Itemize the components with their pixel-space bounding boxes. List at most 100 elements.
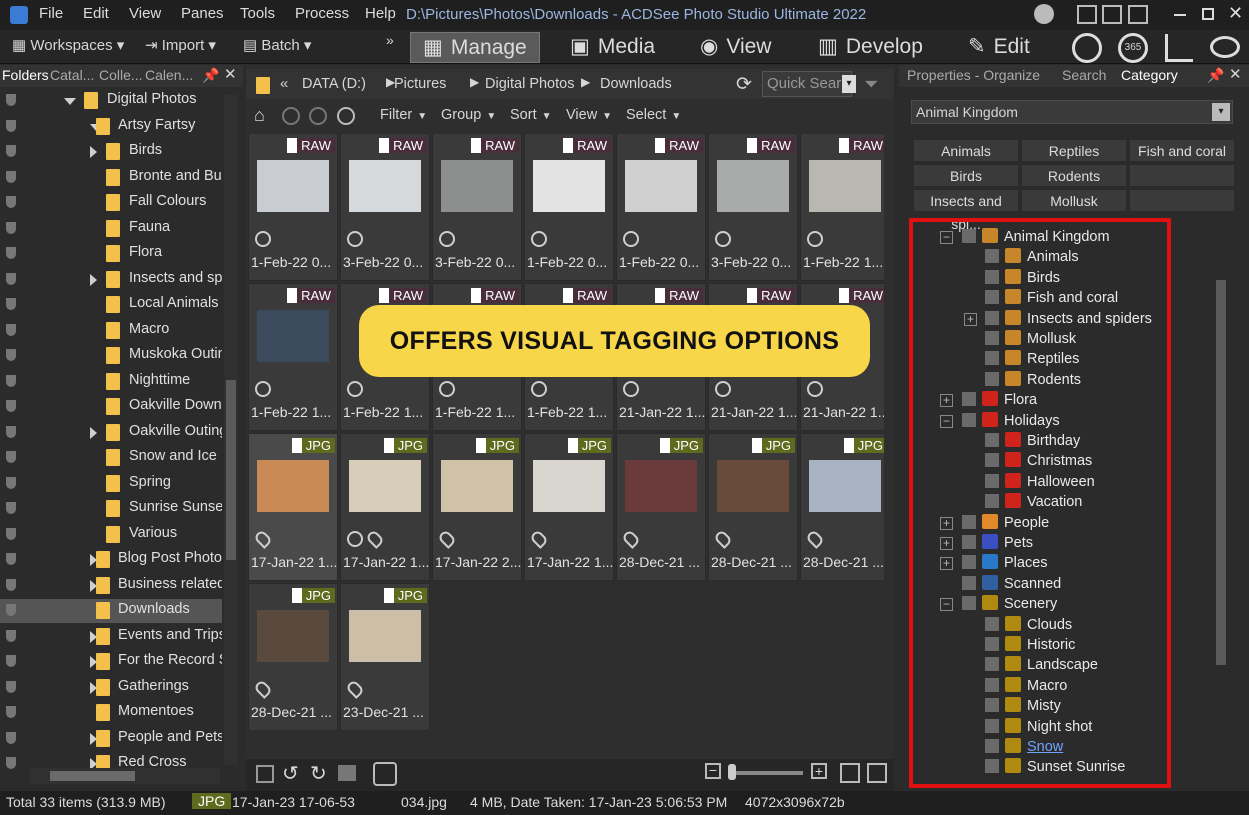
image-tools-icon[interactable]: [256, 765, 274, 783]
right-tab-properties[interactable]: Properties - Organize: [907, 67, 1040, 83]
folder-item[interactable]: Flora: [0, 242, 222, 266]
thumbnail[interactable]: RAW 1-Feb-22 1...: [800, 133, 890, 281]
quick-search-input[interactable]: Quick Sear: [762, 71, 852, 97]
mode-media[interactable]: ▣ Media: [570, 34, 655, 59]
thumbnail[interactable]: RAW 1-Feb-22 1...: [248, 283, 338, 431]
category-item[interactable]: Clouds: [985, 615, 1072, 633]
zoom-in-icon[interactable]: +: [811, 763, 827, 779]
app-icon[interactable]: [10, 6, 28, 24]
thumbnail[interactable]: JPG 28-Dec-21 ...: [800, 433, 890, 581]
365-icon[interactable]: 365: [1118, 33, 1148, 63]
breadcrumb-item[interactable]: Downloads: [600, 76, 672, 92]
category-checkbox[interactable]: [985, 759, 999, 774]
left-tab-1[interactable]: Catal...: [50, 67, 94, 83]
thumbnail[interactable]: RAW 1-Feb-22 0...: [524, 133, 614, 281]
category-checkbox[interactable]: [985, 473, 999, 488]
search-dropdown-icon[interactable]: ▾: [842, 75, 856, 93]
nav-back-icon[interactable]: [282, 107, 300, 125]
folder-item[interactable]: Insects and spi: [0, 268, 222, 292]
category-quick-button[interactable]: Insects and spi...: [913, 189, 1019, 232]
expand-toggle-icon[interactable]: +: [940, 537, 953, 550]
view-details-icon[interactable]: [867, 763, 887, 783]
category-item[interactable]: Night shot: [985, 717, 1092, 735]
layout-right-icon[interactable]: [1128, 5, 1148, 24]
compare-icon[interactable]: [338, 765, 356, 781]
folder-item[interactable]: Fauna: [0, 217, 222, 241]
category-checkbox[interactable]: [985, 677, 999, 692]
thumbnail[interactable]: JPG 28-Dec-21 ...: [708, 433, 798, 581]
category-checkbox[interactable]: [962, 535, 976, 549]
rotate-right-icon[interactable]: ↻: [310, 761, 327, 786]
breadcrumb-back[interactable]: «: [280, 75, 288, 92]
overflow-chevron-icon[interactable]: »: [386, 32, 394, 48]
maximize-icon[interactable]: [1202, 8, 1214, 20]
film-icon[interactable]: [1072, 33, 1102, 63]
category-quick-button[interactable]: Animals: [913, 139, 1019, 162]
category-checkbox[interactable]: [985, 371, 999, 386]
category-item[interactable]: Mollusk: [985, 330, 1076, 347]
layout-left-icon[interactable]: [1077, 5, 1097, 24]
folder-item[interactable]: Bronte and Bur: [0, 166, 222, 190]
thumbnail[interactable]: JPG 17-Jan-22 1...: [248, 433, 338, 581]
panel-close-icon[interactable]: ✕: [224, 65, 237, 83]
category-item[interactable]: Sunset Sunrise: [985, 758, 1125, 775]
folder-item[interactable]: Momentoes: [0, 701, 222, 725]
right-close-icon[interactable]: ✕: [1229, 65, 1242, 83]
expand-toggle-icon[interactable]: +: [940, 394, 953, 408]
expand-toggle-icon[interactable]: +: [940, 516, 953, 530]
mode-edit[interactable]: ✎ Edit: [968, 34, 1030, 59]
zoom-slider[interactable]: [728, 764, 803, 780]
thumbnail[interactable]: JPG 17-Jan-22 1...: [340, 433, 430, 581]
left-hscrollbar[interactable]: [30, 768, 220, 784]
category-checkbox[interactable]: [962, 392, 976, 407]
category-checkbox[interactable]: [985, 269, 999, 284]
category-quick-button[interactable]: Birds: [913, 164, 1019, 187]
category-item[interactable]: Reptiles: [985, 350, 1079, 367]
breadcrumb-item[interactable]: Digital Photos: [485, 76, 574, 92]
pin-icon[interactable]: 📌: [202, 67, 219, 84]
category-checkbox[interactable]: [985, 310, 999, 325]
category-item[interactable]: Macro: [985, 676, 1067, 694]
expand-toggle-icon[interactable]: −: [940, 231, 953, 244]
expand-chevron-icon[interactable]: [90, 273, 97, 286]
category-item[interactable]: Fish and coral: [985, 289, 1118, 306]
expand-toggle-icon[interactable]: +: [940, 557, 953, 571]
mode-view[interactable]: ◉ View: [700, 34, 771, 59]
category-checkbox[interactable]: [962, 555, 976, 570]
mode-manage[interactable]: ▦ Manage: [410, 32, 540, 63]
category-checkbox[interactable]: [985, 739, 999, 753]
workspaces-button[interactable]: ▦ Workspaces ▾: [12, 36, 124, 54]
dashboard-icon[interactable]: [1165, 34, 1193, 62]
expand-chevron-icon[interactable]: [90, 146, 97, 158]
filter-view-menu[interactable]: View ▼: [566, 107, 612, 123]
right-tab-category[interactable]: Category: [1121, 67, 1178, 83]
folder-item[interactable]: Macro: [0, 319, 222, 343]
refresh-icon[interactable]: ⟳: [736, 73, 752, 96]
thumbnail[interactable]: JPG 17-Jan-22 2...: [432, 433, 522, 581]
zoom-out-icon[interactable]: −: [705, 763, 721, 779]
category-checkbox[interactable]: [985, 718, 999, 733]
menu-file[interactable]: File: [39, 5, 63, 22]
breadcrumb-item[interactable]: Pictures: [394, 76, 446, 92]
menu-help[interactable]: Help: [365, 5, 396, 22]
thumbnail[interactable]: RAW 1-Feb-22 0...: [616, 133, 706, 281]
left-tab-2[interactable]: Colle...: [99, 67, 143, 83]
thumbnail[interactable]: RAW 3-Feb-22 0...: [708, 133, 798, 281]
thumbnail[interactable]: JPG 17-Jan-22 1...: [524, 433, 614, 581]
view-thumbs-icon[interactable]: [840, 763, 860, 783]
category-item[interactable]: + Flora: [940, 391, 1037, 408]
category-dropdown[interactable]: Animal Kingdom ▾: [911, 100, 1233, 124]
user-icon[interactable]: [1034, 4, 1054, 24]
category-item[interactable]: Historic: [985, 636, 1075, 653]
folder-item[interactable]: Muskoka Outin: [0, 344, 222, 368]
folder-item[interactable]: Oakville Downto: [0, 395, 222, 419]
left-tab-0[interactable]: Folders: [2, 67, 49, 83]
category-checkbox[interactable]: [985, 290, 999, 305]
right-scrollbar[interactable]: [1214, 230, 1228, 775]
category-checkbox[interactable]: [962, 596, 976, 611]
filter-select-menu[interactable]: Select ▼: [626, 107, 681, 123]
category-item[interactable]: Misty: [985, 697, 1061, 714]
folder-item[interactable]: Spring: [0, 472, 222, 496]
right-tab-search[interactable]: Search: [1062, 67, 1106, 83]
category-item[interactable]: + Places: [940, 554, 1048, 571]
